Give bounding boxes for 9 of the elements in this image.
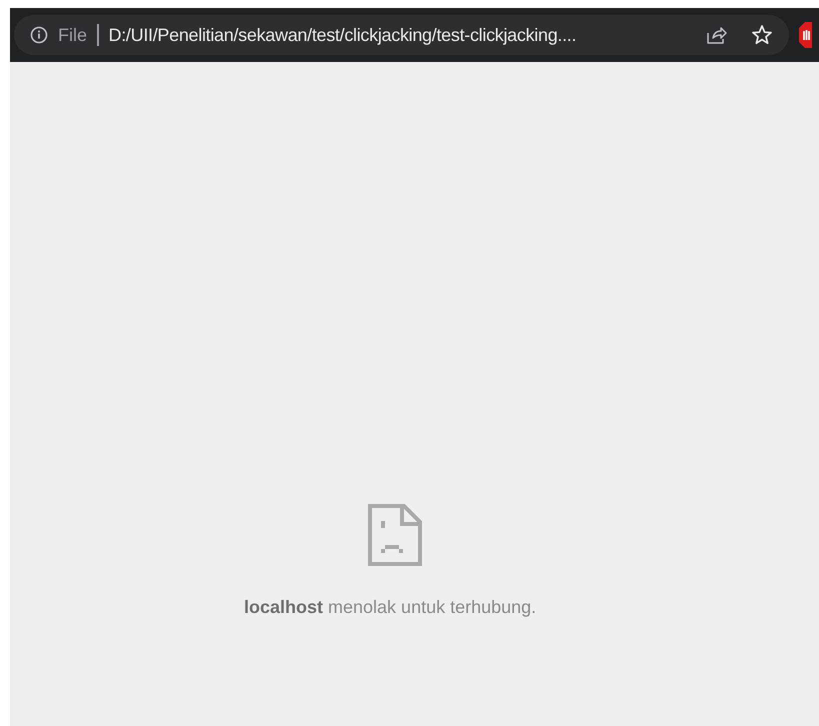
- error-message: localhost menolak untuk terhubung.: [244, 596, 536, 619]
- scheme-label: File: [58, 24, 88, 46]
- extension-icon[interactable]: [799, 22, 813, 48]
- address-bar[interactable]: File D:/UII/Penelitian/sekawan/test/clickjacking/test-clickjacking....: [14, 15, 789, 55]
- star-icon[interactable]: [751, 24, 773, 46]
- share-icon[interactable]: [705, 25, 727, 45]
- sad-document-icon: [368, 504, 422, 566]
- info-icon[interactable]: [30, 26, 48, 44]
- url-text: D:/UII/Penelitian/sekawan/test/clickjacking/test-clickjacking....: [108, 24, 576, 47]
